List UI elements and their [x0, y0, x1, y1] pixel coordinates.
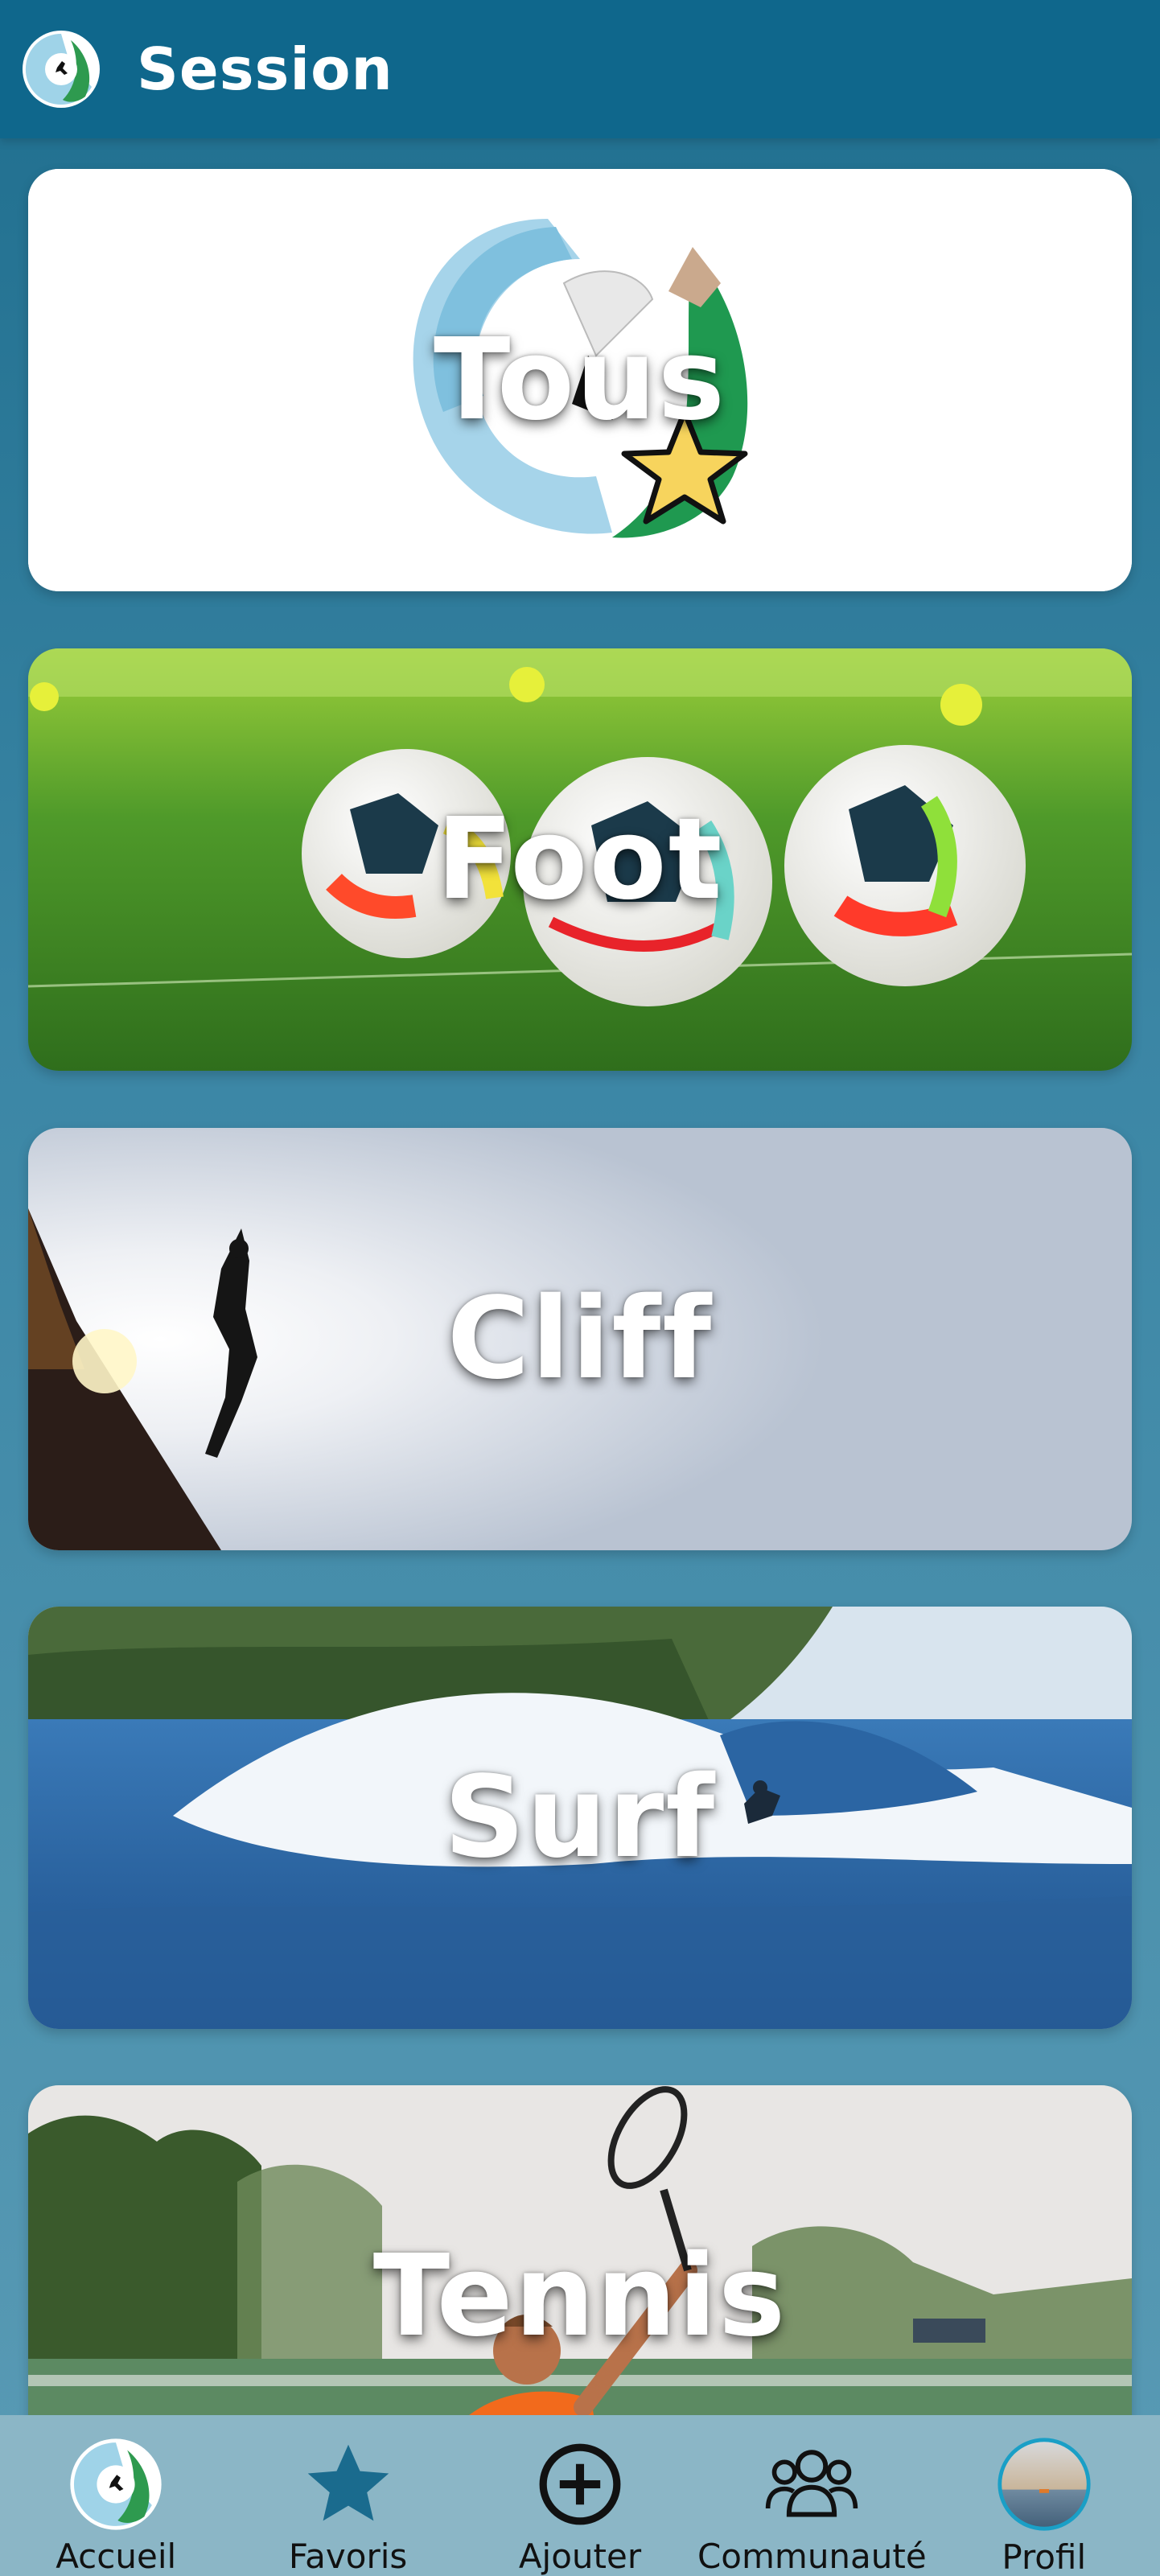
app-header: Session [0, 0, 1160, 138]
category-card-tous[interactable]: Tous [28, 169, 1132, 591]
category-card-foot[interactable]: Foot [28, 648, 1132, 1071]
nav-label: Favoris [288, 2537, 408, 2576]
app-root: Session Tous Foot Cliff Surf Tennis Accu… [0, 0, 1160, 2576]
nav-item-profil[interactable]: Profil [928, 2415, 1160, 2576]
star-icon [300, 2436, 397, 2532]
avatar [996, 2436, 1092, 2533]
nav-label: Accueil [56, 2537, 177, 2576]
nav-item-favoris[interactable]: Favoris [232, 2415, 464, 2576]
category-list: Tous Foot Cliff Surf Tennis [0, 138, 1160, 2415]
category-label: Tous [433, 315, 727, 446]
plus-circle-icon [532, 2436, 628, 2532]
app-logo-icon [68, 2436, 164, 2532]
page-title: Session [137, 35, 393, 103]
nav-item-ajouter[interactable]: Ajouter [464, 2415, 696, 2576]
category-card-tennis[interactable]: Tennis [28, 2085, 1132, 2415]
bottom-nav: Accueil Favoris Ajouter Communauté Profi… [0, 2415, 1160, 2576]
nav-item-communaute[interactable]: Communauté [696, 2415, 928, 2576]
nav-label: Ajouter [518, 2537, 642, 2576]
category-card-cliff[interactable]: Cliff [28, 1128, 1132, 1550]
category-label: Surf [443, 1752, 717, 1883]
community-icon [763, 2436, 860, 2532]
category-label: Foot [436, 794, 724, 925]
nav-label: Profil [1002, 2537, 1087, 2576]
category-label: Cliff [446, 1274, 714, 1405]
nav-item-accueil[interactable]: Accueil [0, 2415, 232, 2576]
category-card-surf[interactable]: Surf [28, 1607, 1132, 2029]
nav-label: Communauté [697, 2537, 927, 2576]
category-label: Tennis [372, 2231, 788, 2362]
app-logo-icon[interactable] [21, 29, 101, 109]
